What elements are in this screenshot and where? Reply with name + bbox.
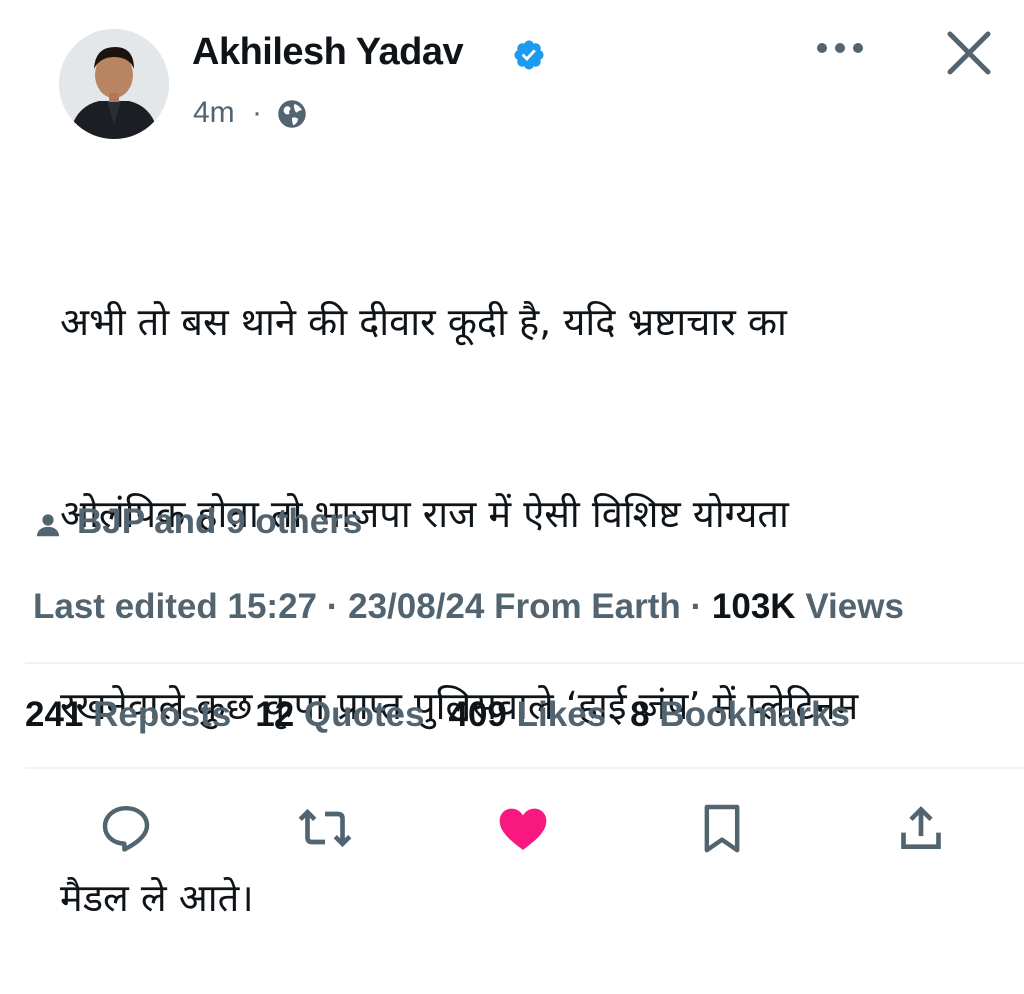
verified-badge-icon [514, 40, 544, 70]
bookmarks-label: Bookmarks [659, 695, 850, 734]
reposts-label: Reposts [93, 695, 232, 734]
reposts-stat[interactable]: 241 Reposts [25, 695, 231, 734]
likes-count: 409 [448, 695, 507, 734]
more-icon-dot [853, 43, 863, 53]
post-time[interactable]: 4m [193, 96, 235, 130]
divider [25, 767, 1024, 769]
reply-icon[interactable] [98, 800, 154, 856]
last-edited[interactable]: Last edited 15:27 · 23/08/24 [33, 587, 484, 626]
bookmarks-count: 8 [630, 695, 650, 734]
more-icon-dot [835, 43, 845, 53]
audience-link[interactable]: BJP and 9 others [77, 502, 362, 542]
likes-label: Likes [516, 695, 607, 734]
more-icon [817, 43, 827, 53]
edit-info: Last edited 15:27 · 23/08/24 From Earth … [33, 587, 904, 627]
likes-stat[interactable]: 409 Likes [448, 695, 606, 734]
person-icon [36, 514, 60, 537]
divider [25, 662, 1024, 664]
avatar-image [59, 29, 169, 139]
meta-separator: · [252, 96, 262, 129]
post-text-line: अभी तो बस थाने की दीवार कूदी है, यदि भ्र… [60, 300, 787, 344]
views-label: Views [805, 587, 904, 626]
author-name[interactable]: Akhilesh Yadav [192, 31, 464, 74]
globe-icon [278, 100, 306, 128]
repost-icon[interactable] [297, 800, 353, 856]
views-separator: · [690, 587, 703, 626]
avatar[interactable] [59, 29, 169, 139]
quotes-stat[interactable]: 12 Quotes [255, 695, 424, 734]
heart-icon[interactable] [495, 800, 551, 856]
bookmark-icon[interactable] [694, 800, 750, 856]
post-text: अभी तो बस थाने की दीवार कूदी है, यदि भ्र… [60, 162, 990, 994]
close-icon[interactable] [940, 24, 998, 82]
bookmarks-stat[interactable]: 8 Bookmarks [630, 695, 850, 734]
views-count: 103K [711, 587, 796, 626]
quotes-count: 12 [255, 695, 295, 734]
reposts-count: 241 [25, 695, 84, 734]
quotes-label: Quotes [303, 695, 425, 734]
source-label: From Earth [494, 587, 681, 626]
engagement-stats: 241 Reposts 12 Quotes 409 Likes 8 Bookmarks [25, 695, 850, 735]
share-icon[interactable] [893, 800, 949, 856]
more-options-button[interactable] [808, 40, 872, 56]
